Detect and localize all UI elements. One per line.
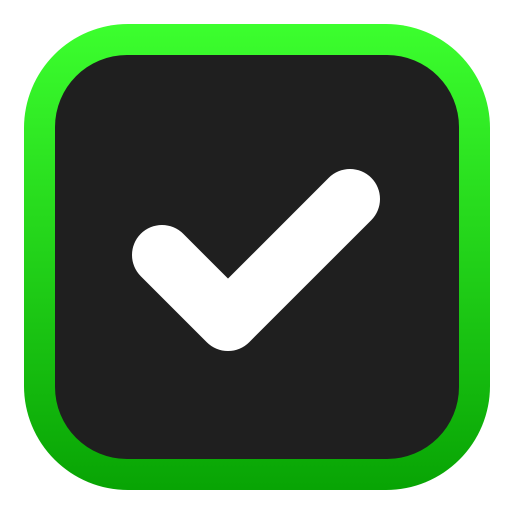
icon-canvas (0, 0, 512, 512)
checkbox-checked-icon[interactable] (0, 0, 512, 512)
